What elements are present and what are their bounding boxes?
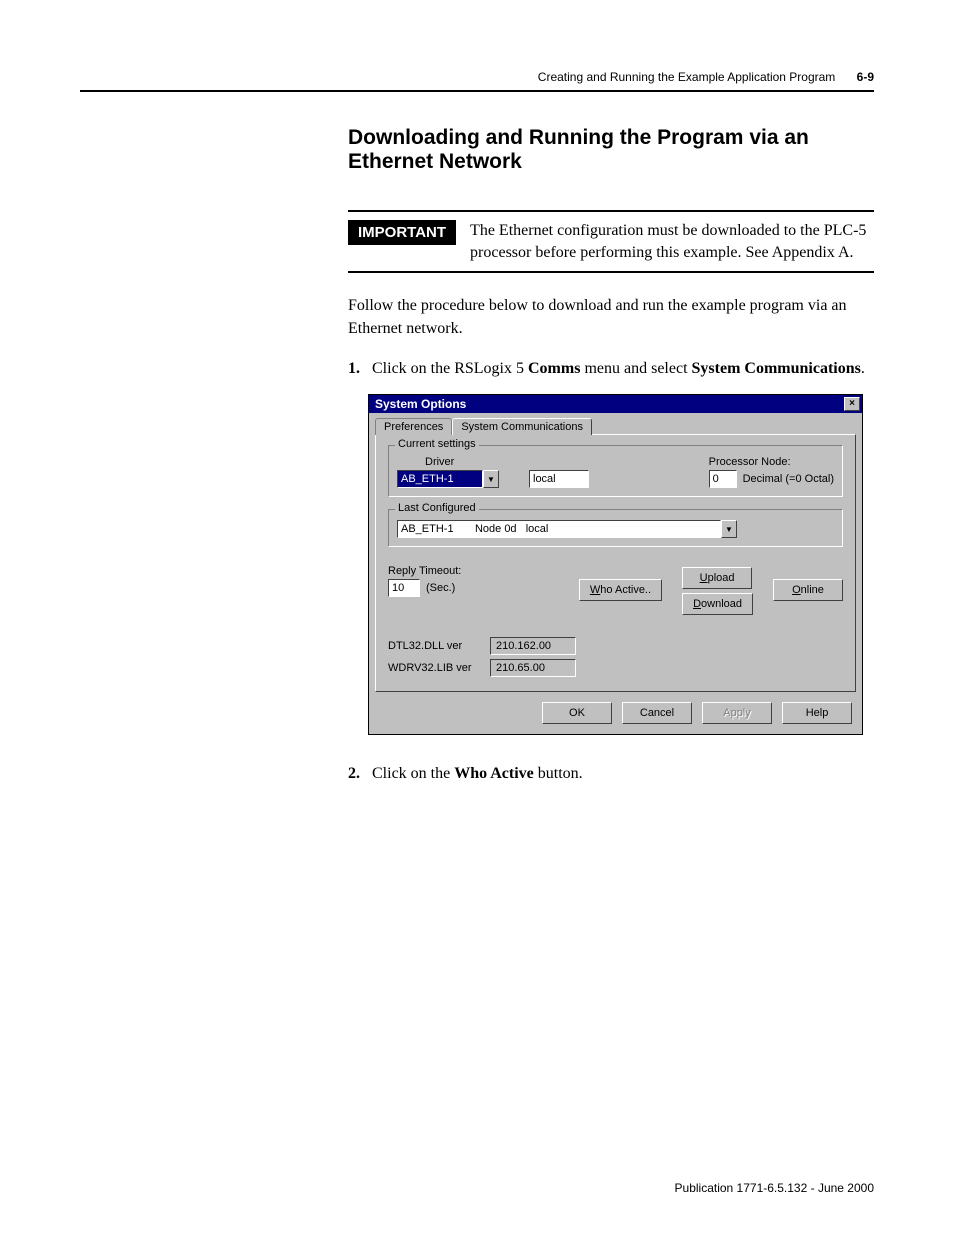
publication-footer: Publication 1771-6.5.132 - June 2000 [675, 1181, 874, 1195]
running-head-title: Creating and Running the Example Applica… [538, 70, 836, 84]
dtl-version-value: 210.162.00 [490, 637, 576, 655]
last-configured-value: AB_ETH-1 Node 0d local [397, 520, 721, 538]
dialog-title: System Options [375, 397, 466, 411]
dialog-button-row: OK Cancel Apply Help [369, 698, 862, 734]
upload-button[interactable]: Upload [682, 567, 752, 589]
group-last-legend: Last Configured [395, 502, 479, 514]
system-options-dialog: System Options × Preferences System Comm… [368, 394, 863, 735]
page-number: 6-9 [857, 70, 874, 84]
wdrv-version-value: 210.65.00 [490, 659, 576, 677]
tab-panel: Current settings Driver AB_ETH-1 ▼ Route… [375, 434, 856, 692]
group-current-settings: Current settings Driver AB_ETH-1 ▼ Route… [388, 445, 843, 497]
reply-timeout-label: Reply Timeout: [388, 565, 461, 577]
apply-button: Apply [702, 702, 772, 724]
callout-text: The Ethernet configuration must be downl… [470, 220, 874, 263]
help-button[interactable]: Help [782, 702, 852, 724]
callout-rule-top [348, 210, 874, 212]
driver-value: AB_ETH-1 [397, 470, 483, 488]
ok-button[interactable]: OK [542, 702, 612, 724]
tab-preferences[interactable]: Preferences [375, 418, 452, 435]
online-button[interactable]: Online [773, 579, 843, 601]
reply-timeout-unit: (Sec.) [426, 582, 455, 594]
step-2: 2. Click on the Who Active button. [348, 763, 874, 785]
step-2-text: Click on the Who Active button. [372, 763, 583, 785]
step-2-num: 2. [348, 763, 366, 785]
section-title: Downloading and Running the Program via … [348, 126, 874, 174]
running-head: Creating and Running the Example Applica… [80, 70, 874, 84]
group-last-configured: Last Configured AB_ETH-1 Node 0d local ▼ [388, 509, 843, 547]
dtl-version-label: DTL32.DLL ver [388, 640, 480, 652]
step-1-num: 1. [348, 358, 366, 380]
important-callout: IMPORTANT The Ethernet configuration mus… [348, 220, 874, 263]
who-active-button[interactable]: Who Active.. [579, 579, 662, 601]
processor-node-label: Processor Node: [709, 456, 791, 468]
tabs: Preferences System Communications [369, 413, 862, 434]
callout-rule-bot [348, 271, 874, 273]
chevron-down-icon[interactable]: ▼ [483, 470, 499, 488]
header-rule [80, 90, 874, 92]
download-button[interactable]: Download [682, 593, 753, 615]
tab-system-communications[interactable]: System Communications [452, 418, 592, 435]
cancel-button[interactable]: Cancel [622, 702, 692, 724]
close-icon[interactable]: × [844, 397, 860, 411]
step-1: 1. Click on the RSLogix 5 Comms menu and… [348, 358, 874, 380]
important-badge: IMPORTANT [348, 220, 456, 245]
last-configured-combo[interactable]: AB_ETH-1 Node 0d local ▼ [397, 520, 737, 538]
processor-node-caption: Decimal (=0 Octal) [743, 474, 834, 485]
driver-combo[interactable]: AB_ETH-1 ▼ [397, 470, 499, 488]
driver-label: Driver [425, 456, 454, 468]
step-1-text: Click on the RSLogix 5 Comms menu and se… [372, 358, 865, 380]
dialog-titlebar: System Options × [369, 395, 862, 413]
chevron-down-icon[interactable]: ▼ [721, 520, 737, 538]
group-current-legend: Current settings [395, 438, 479, 450]
processor-node-input[interactable]: 0 [709, 470, 737, 488]
route-value[interactable]: local [529, 470, 589, 488]
wdrv-version-label: WDRV32.LIB ver [388, 662, 480, 674]
intro-text: Follow the procedure below to download a… [348, 295, 874, 340]
reply-timeout-input[interactable]: 10 [388, 579, 420, 597]
